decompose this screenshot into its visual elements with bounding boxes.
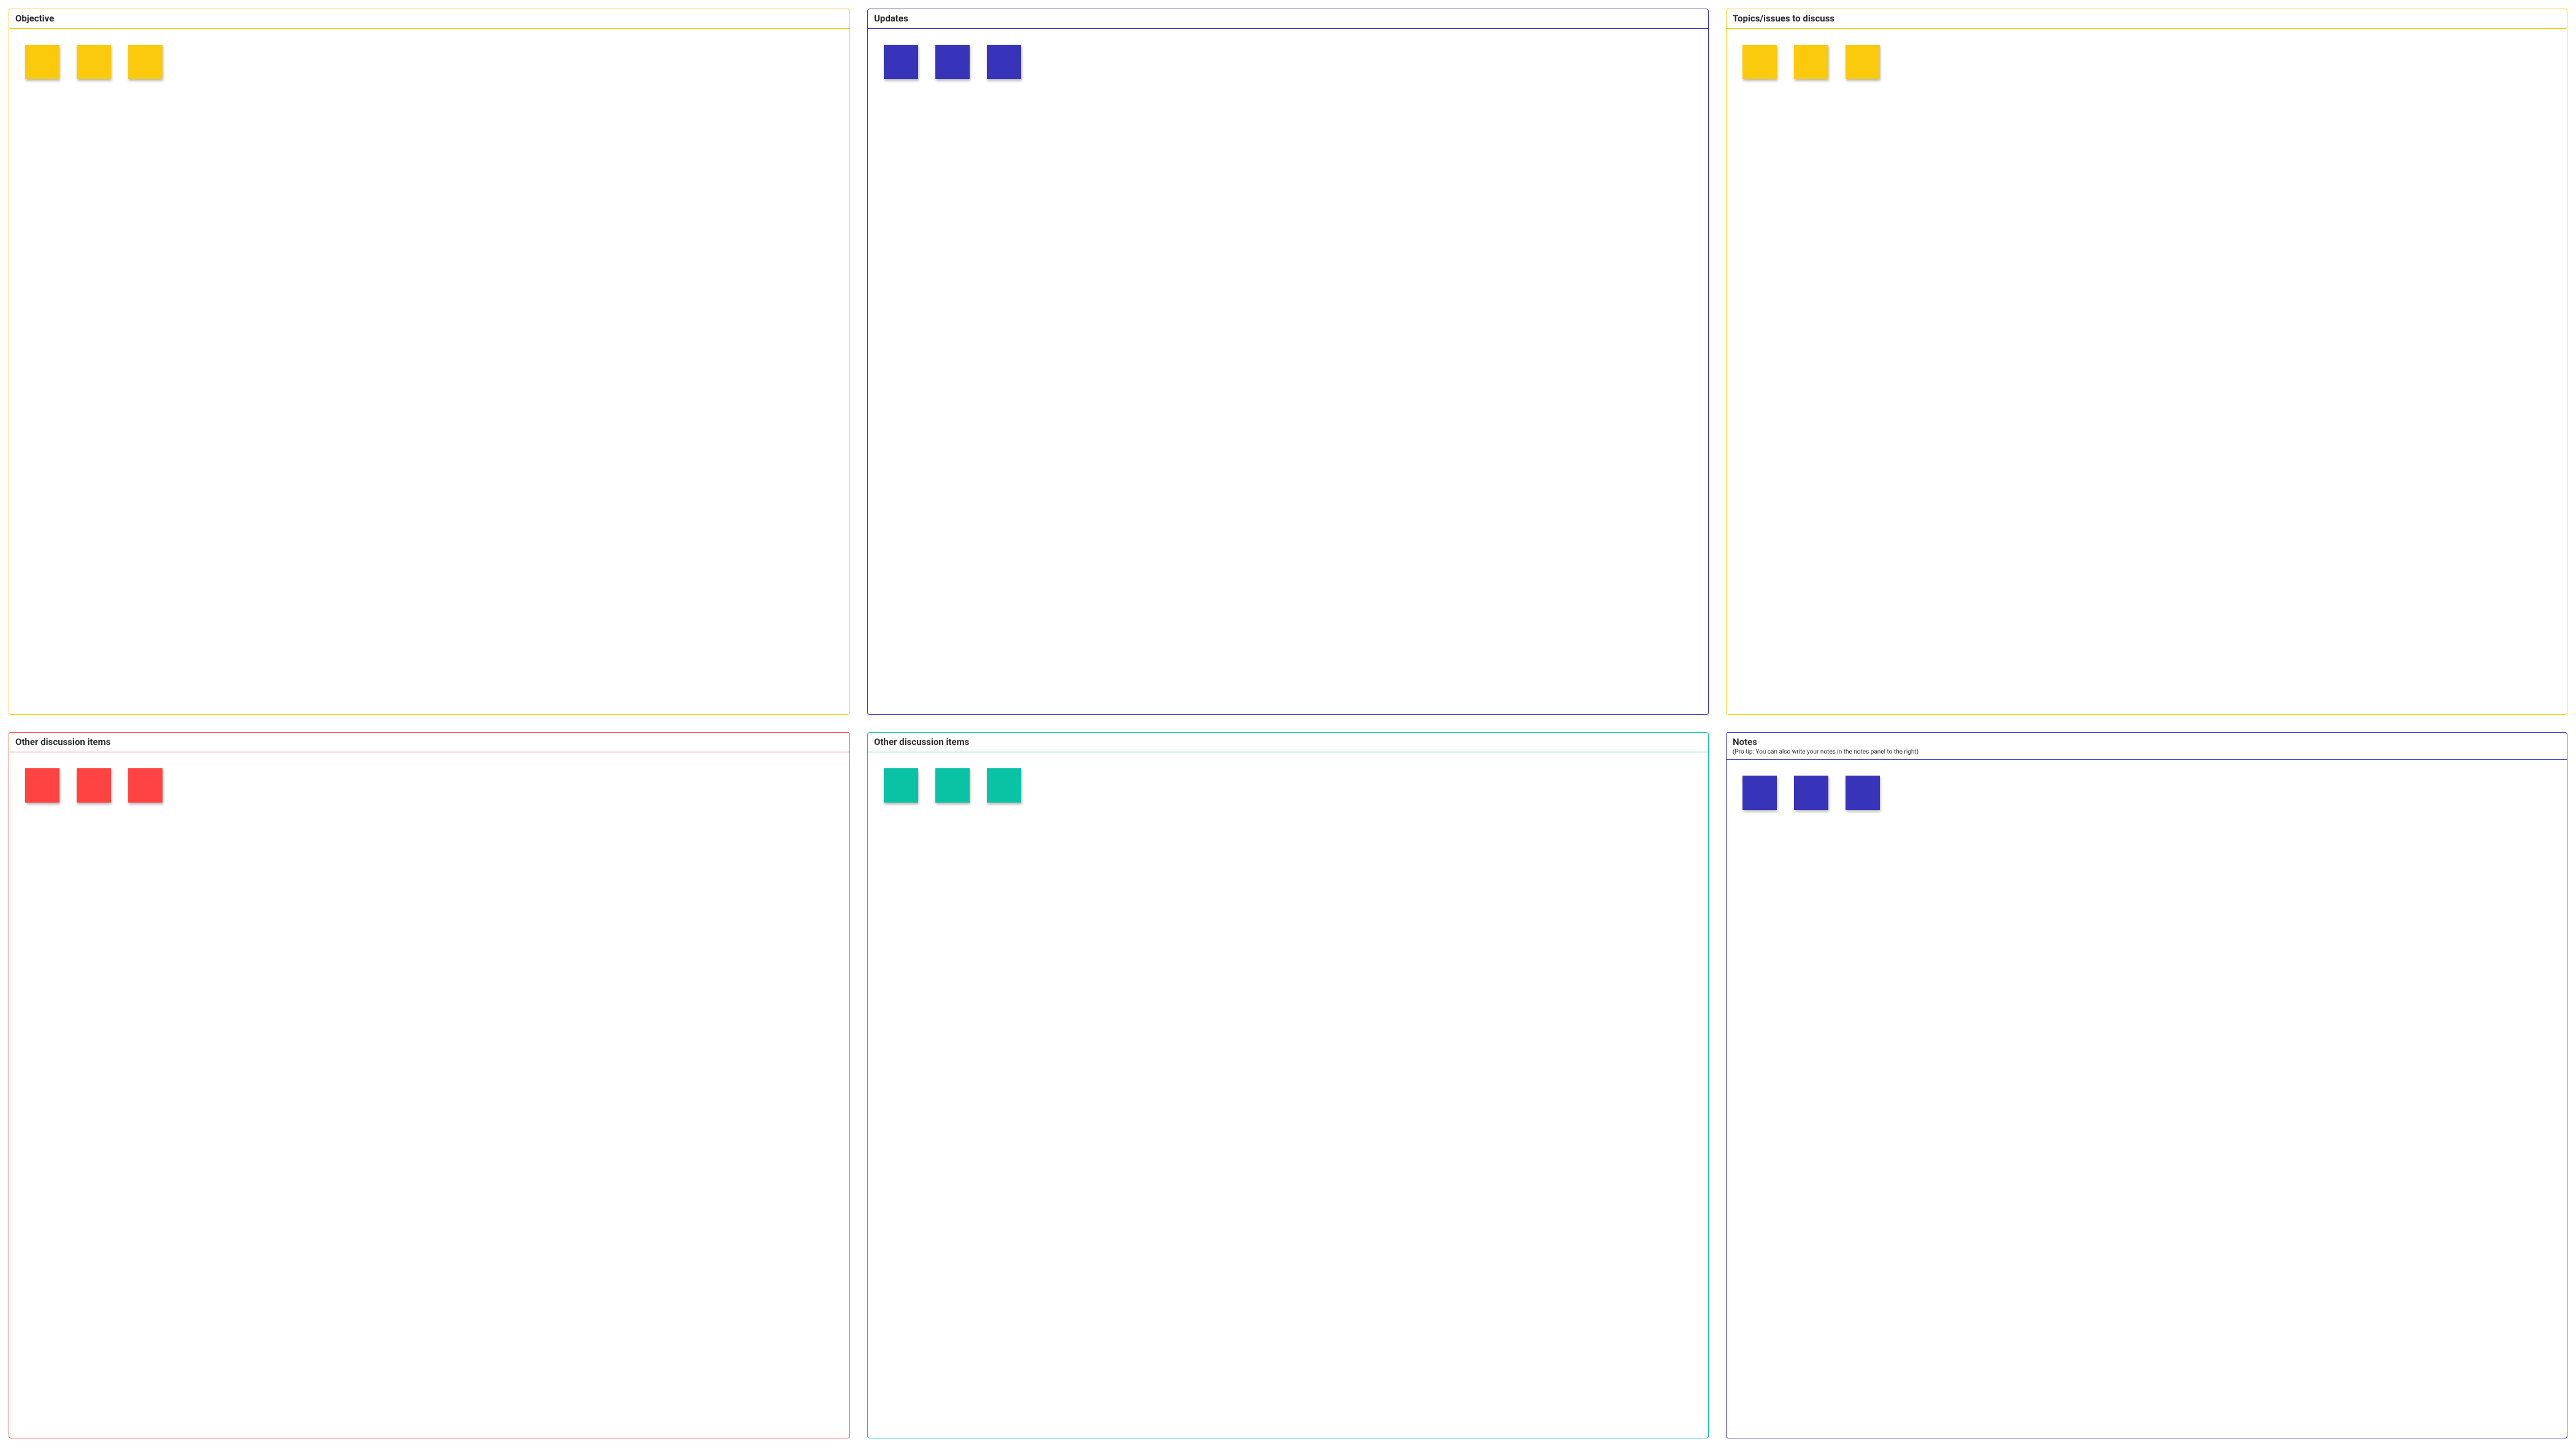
- panel-body[interactable]: [9, 752, 849, 1438]
- panel-body[interactable]: [868, 29, 1708, 715]
- panel-title: Topics/issues to discuss: [1733, 13, 2561, 25]
- sticky-note[interactable]: [987, 768, 1021, 803]
- sticky-note[interactable]: [1742, 45, 1777, 79]
- sticky-note[interactable]: [935, 45, 970, 79]
- panel-title: Objective: [15, 13, 843, 25]
- sticky-note[interactable]: [1794, 45, 1828, 79]
- panel-body[interactable]: [868, 752, 1708, 1438]
- panel-title: Updates: [874, 13, 1702, 25]
- panel-subtitle: (Pro tip: You can also write your notes …: [1733, 749, 2561, 756]
- sticky-note[interactable]: [77, 768, 111, 803]
- sticky-note[interactable]: [128, 45, 163, 79]
- panel-header: Topics/issues to discuss: [1727, 9, 2567, 29]
- panel-other-red[interactable]: Other discussion items: [9, 732, 850, 1438]
- panel-title: Other discussion items: [874, 736, 1702, 749]
- sticky-note[interactable]: [77, 45, 111, 79]
- panel-header: Notes(Pro tip: You can also write your n…: [1727, 733, 2567, 760]
- panel-header: Objective: [9, 9, 849, 29]
- panel-topics[interactable]: Topics/issues to discuss: [1726, 9, 2567, 715]
- panel-body[interactable]: [1727, 760, 2567, 1438]
- sticky-note[interactable]: [25, 768, 59, 803]
- sticky-note[interactable]: [1794, 776, 1828, 810]
- panel-objective[interactable]: Objective: [9, 9, 850, 715]
- panel-body[interactable]: [1727, 29, 2567, 715]
- panel-header: Other discussion items: [868, 733, 1708, 752]
- panel-title: Notes: [1733, 736, 2561, 749]
- sticky-note[interactable]: [1846, 776, 1880, 810]
- sticky-note[interactable]: [1742, 776, 1777, 810]
- sticky-note[interactable]: [935, 768, 970, 803]
- sticky-note[interactable]: [987, 45, 1021, 79]
- panel-header: Updates: [868, 9, 1708, 29]
- panel-body[interactable]: [9, 29, 849, 715]
- panel-other-teal[interactable]: Other discussion items: [867, 732, 1709, 1438]
- sticky-note[interactable]: [25, 45, 59, 79]
- sticky-note[interactable]: [884, 45, 918, 79]
- meeting-board[interactable]: Objective Updates Topics/issues to discuss…: [0, 0, 2576, 1447]
- panel-header: Other discussion items: [9, 733, 849, 752]
- panel-title: Other discussion items: [15, 736, 843, 749]
- panel-updates[interactable]: Updates: [867, 9, 1709, 715]
- sticky-note[interactable]: [128, 768, 163, 803]
- panel-notes[interactable]: Notes(Pro tip: You can also write your n…: [1726, 732, 2567, 1438]
- sticky-note[interactable]: [1846, 45, 1880, 79]
- sticky-note[interactable]: [884, 768, 918, 803]
